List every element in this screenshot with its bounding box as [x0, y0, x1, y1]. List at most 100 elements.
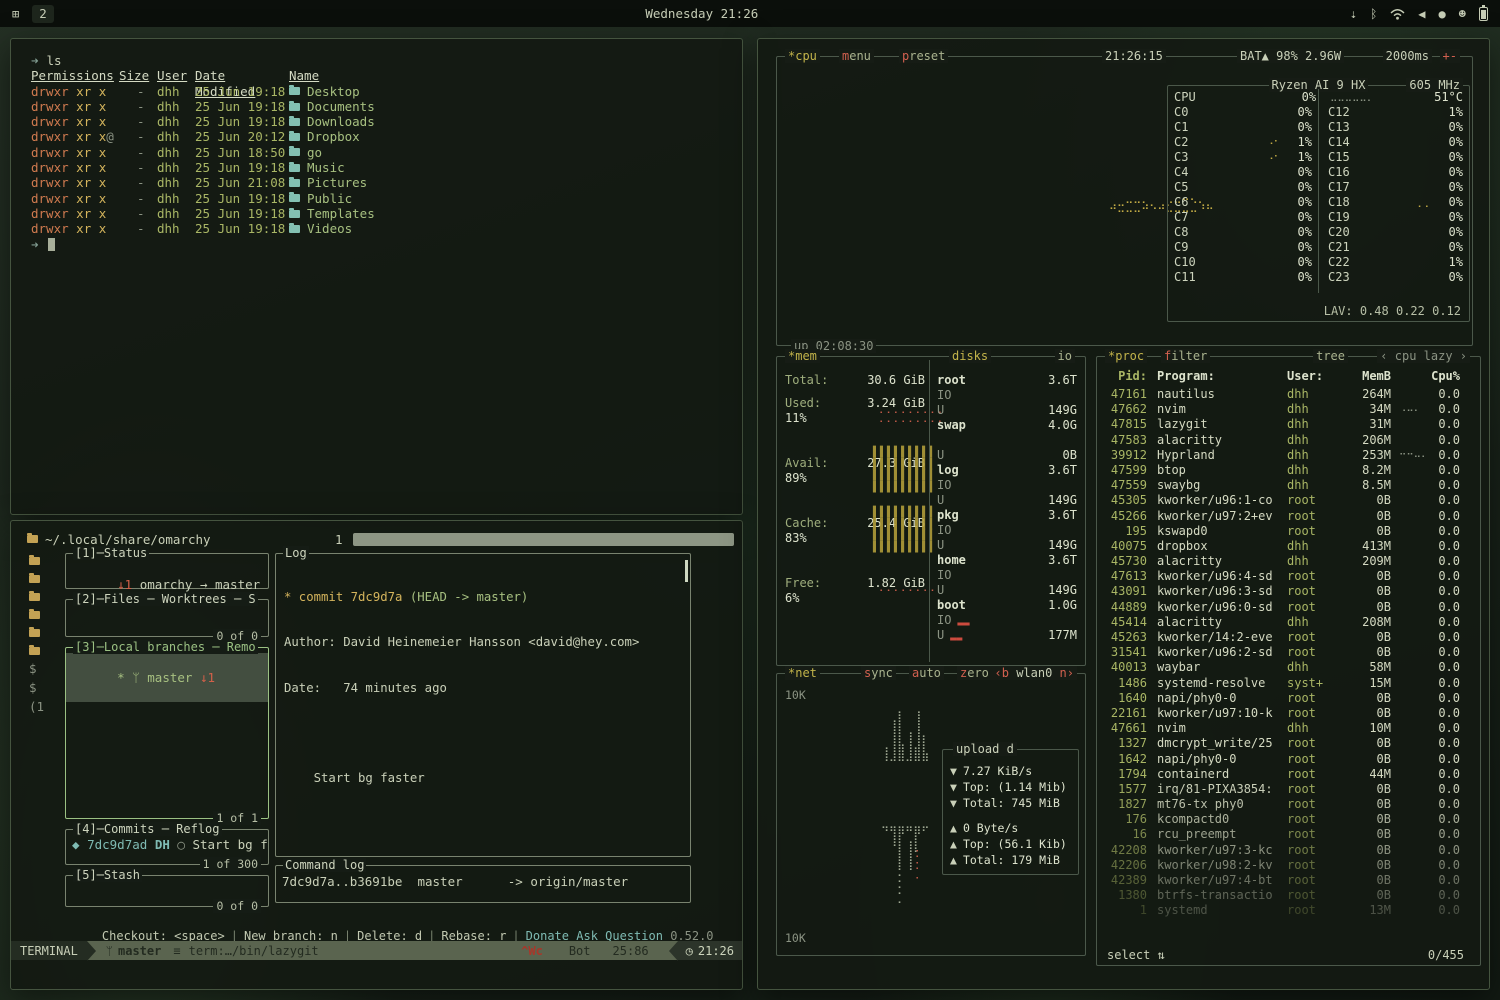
videos-folder-icon — [289, 225, 300, 233]
disk-entry: swap4.0G U0B — [937, 418, 1077, 463]
core-row: C8 0% — [1170, 225, 1316, 240]
process-row[interactable]: 1827 mt76-tx phy0 root 0B 0.0 — [1103, 797, 1472, 812]
select-hint[interactable]: select ⇅ — [1107, 948, 1165, 962]
log-panel[interactable]: Log * commit 7dc9d7a (HEAD -> master) Au… — [275, 553, 691, 857]
process-row[interactable]: 47599 btop dhh 8.2M 0.0 — [1103, 463, 1472, 478]
core-row: C20 0% — [1324, 225, 1467, 240]
process-row[interactable]: 47661 nvim dhh 10M 0.0 — [1103, 721, 1472, 736]
process-row[interactable]: 195 kswapd0 root 0B 0.0 — [1103, 524, 1472, 539]
buffer-name: term:…/bin/lazygit — [189, 944, 319, 958]
terminal-cursor[interactable] — [48, 238, 55, 251]
sync-button[interactable]: sync — [861, 666, 896, 680]
apps-icon[interactable]: ⊞ — [12, 7, 19, 21]
process-row[interactable]: 47559 swaybg dhh 8.5M 0.0 — [1103, 478, 1472, 493]
process-row[interactable]: 1327 dmcrypt_write/25 root 0B 0.0 — [1103, 736, 1472, 751]
process-row[interactable]: 1642 napi/phy0-0 root 0B 0.0 — [1103, 752, 1472, 767]
workspace-indicator[interactable]: 2 — [32, 5, 54, 23]
process-row[interactable]: 42206 kworker/u98:2-kv root 0B 0.0 — [1103, 858, 1472, 873]
ls-header: Permissions Size User Date Modified Name — [31, 68, 742, 83]
folder-icon — [289, 148, 300, 156]
dnd-icon[interactable]: ● — [1439, 7, 1446, 21]
powerline-separator — [669, 941, 678, 961]
process-row[interactable]: 47613 kworker/u96:4-sd root 0B 0.0 — [1103, 569, 1472, 584]
process-row[interactable]: 1486 systemd-resolve syst+ 15M 0.0 — [1103, 676, 1472, 691]
process-row[interactable]: 22161 kworker/u97:10-k root 0B 0.0 — [1103, 706, 1472, 721]
menu-button[interactable]: menu — [839, 49, 874, 63]
process-row[interactable]: 45266 kworker/u97:2+ev root 0B 0.0 — [1103, 509, 1472, 524]
process-row[interactable]: 16 rcu_preempt root 0B 0.0 — [1103, 827, 1472, 842]
net-interface-switch[interactable]: ‹b wlan0 n› — [992, 666, 1078, 680]
folder-icon — [27, 535, 38, 543]
auto-button[interactable]: auto — [909, 666, 944, 680]
process-row[interactable]: 1 systemd root 13M 0.0 — [1103, 903, 1472, 918]
process-row[interactable]: 1577 irq/81-PIXA3854: root 0B 0.0 — [1103, 782, 1472, 797]
tab-number[interactable]: 1 — [335, 532, 343, 547]
process-row[interactable]: 45414 alacritty dhh 208M 0.0 — [1103, 615, 1472, 630]
process-row[interactable]: 47815 lazygit dhh 31M 0.0 — [1103, 417, 1472, 432]
process-row[interactable]: 43091 kworker/u96:3-sd root 0B 0.0 — [1103, 584, 1472, 599]
file-tree-strip: $ $ (1 — [29, 553, 49, 718]
zero-button[interactable]: zero — [957, 666, 992, 680]
stash-panel[interactable]: [5]─Stash 0 of 0 — [65, 875, 269, 907]
down-arrow-icon: ▼ — [950, 779, 957, 795]
process-row[interactable]: 1640 napi/phy0-0 root 0B 0.0 — [1103, 691, 1472, 706]
branch-row-selected[interactable]: * ᛘ master ↓1 — [66, 653, 268, 702]
tree-toggle[interactable]: tree — [1313, 349, 1348, 363]
process-row[interactable]: 42208 kworker/u97:3-kc root 0B 0.0 — [1103, 843, 1472, 858]
tab-cwd[interactable]: ~/.local/share/omarchy — [27, 532, 335, 547]
process-row[interactable]: 1794 containerd root 44M 0.0 — [1103, 767, 1472, 782]
folder-icon — [29, 611, 40, 619]
battery-status: BAT▲ 98% 2.96W — [1237, 49, 1344, 63]
branches-panel[interactable]: [3]─Local branches ─ Remo * ᛘ master ↓1 … — [65, 647, 269, 819]
net-box[interactable]: *net sync auto zero ‹b wlan0 n› 10K 10K … — [776, 673, 1086, 956]
scrollbar[interactable] — [685, 560, 688, 582]
process-row[interactable]: 31541 kworker/u96:2-sd root 0B 0.0 — [1103, 645, 1472, 660]
updates-icon[interactable]: ⇣ — [1350, 7, 1357, 21]
process-row[interactable]: 176 kcompactd0 root 0B 0.0 — [1103, 812, 1472, 827]
mem-box[interactable]: *mem Total:30.6 GiB Used:3.24 GiB 11% Av… — [776, 356, 1086, 666]
filter-button[interactable]: filter — [1161, 349, 1210, 363]
interval-buttons[interactable]: +- — [1440, 49, 1460, 63]
process-row[interactable]: 45305 kworker/u96:1-co root 0B 0.0 — [1103, 493, 1472, 508]
wifi-icon[interactable] — [1390, 8, 1405, 20]
folder-icon — [289, 194, 300, 202]
disk-entry: root3.6T IO U149G — [937, 373, 1077, 418]
io-toggle[interactable]: io — [1055, 349, 1075, 363]
user-icon[interactable]: ☻ — [1459, 7, 1466, 21]
process-row[interactable]: 45730 alacritty dhh 209M 0.0 — [1103, 554, 1472, 569]
process-row[interactable]: 42389 kworker/u97:4-bt root 0B 0.0 — [1103, 873, 1472, 888]
core-row: C19 0% — [1324, 210, 1467, 225]
files-panel[interactable]: [2]─Files ─ Worktrees ─ S 0 of 0 — [65, 599, 269, 637]
process-row[interactable]: 44889 kworker/u96:0-sd root 0B 0.0 — [1103, 600, 1472, 615]
commit-log: * commit 7dc9d7a (HEAD -> master) Author… — [276, 554, 690, 856]
mem-item: Avail:27.3 GiB 89% — [785, 456, 925, 516]
core-row: C3 ⠠⠂ 1% — [1170, 150, 1316, 165]
process-row[interactable]: 47662 nvim dhh 34M ⠠⠤⠄ 0.0 — [1103, 402, 1472, 417]
mem-box-title: *mem — [785, 349, 820, 363]
sort-mode-switch[interactable]: ‹ cpu lazy › — [1377, 349, 1470, 363]
commits-panel[interactable]: [4]─Commits ─ Reflog ◆ 7dc9d7ad DH ◯ Sta… — [65, 829, 269, 865]
bluetooth-icon[interactable]: ᛒ — [1370, 7, 1377, 21]
process-row[interactable]: 39912 Hyprland dhh 253M ⠒⠒⠤⠄ 0.0 — [1103, 448, 1472, 463]
command-log-panel[interactable]: Command log 7dc9d7a..b3691be master -> o… — [275, 865, 691, 903]
process-row[interactable]: 47583 alacritty dhh 206M 0.0 — [1103, 433, 1472, 448]
battery-icon[interactable] — [1479, 7, 1488, 21]
process-row[interactable]: 40075 dropbox dhh 413M 0.0 — [1103, 539, 1472, 554]
process-row[interactable]: 47161 nautilus dhh 264M 0.0 — [1103, 387, 1472, 402]
process-row[interactable]: 40013 waybar dhh 58M 0.0 — [1103, 660, 1472, 675]
proc-box[interactable]: *proc filter tree ‹ cpu lazy › Pid: Prog… — [1096, 356, 1481, 966]
mem-stats: Total:30.6 GiB Used:3.24 GiB 11% Avail:2… — [785, 373, 925, 636]
process-row[interactable]: 1380 btrfs-transactio root 0B 0.0 — [1103, 888, 1472, 903]
up-arrow-icon: ▲ — [950, 820, 957, 836]
process-count: 0/455 — [1428, 948, 1464, 962]
mode-badge: TERMINAL — [11, 941, 87, 960]
status-panel[interactable]: [1]─Status ↓1 omarchy → master — [65, 553, 269, 589]
core-row: C2 ⠠⠂ 1% — [1170, 135, 1316, 150]
cpu-box[interactable]: *cpu menu preset 21:26:15 BAT▲ 98% 2.96W… — [776, 56, 1473, 346]
process-list: 47161 nautilus dhh 264M 0.0 47662 nvim d… — [1103, 387, 1472, 943]
proc-footer: select ⇅ 0/455 — [1107, 948, 1464, 962]
volume-icon[interactable]: ◀ — [1418, 7, 1425, 21]
process-row[interactable]: 45263 kworker/14:2-eve root 0B 0.0 — [1103, 630, 1472, 645]
file-row: drwxr xr x - dhh 25 Jun 19:18 Documents — [31, 99, 742, 114]
preset-button[interactable]: preset — [899, 49, 948, 63]
